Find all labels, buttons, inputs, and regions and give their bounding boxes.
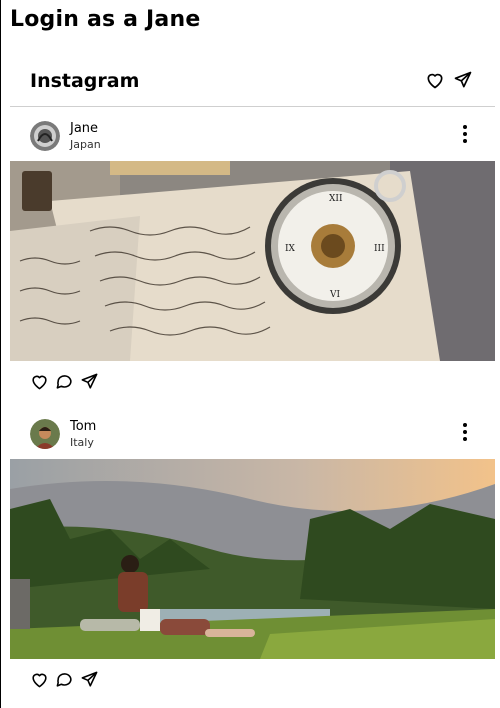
post-image[interactable]: XII III VI IX [10, 161, 495, 361]
post-location: Italy [70, 436, 94, 449]
send-icon[interactable] [453, 70, 473, 90]
comment-icon[interactable] [55, 670, 74, 689]
post-username[interactable]: Tom [70, 419, 96, 434]
heart-icon[interactable] [30, 670, 49, 689]
post-actions [10, 361, 495, 405]
comment-icon[interactable] [55, 372, 74, 391]
svg-text:III: III [374, 244, 385, 254]
post-header: Tom Italy [10, 405, 495, 459]
post-location: Japan [70, 138, 101, 151]
avatar[interactable] [30, 419, 60, 449]
page-title: Login as a Jane [10, 7, 201, 32]
svg-text:XII: XII [329, 194, 343, 204]
more-options-icon[interactable] [459, 124, 471, 144]
post: Jane Japan XII III VI IX [10, 107, 495, 405]
post-actions [10, 659, 495, 703]
svg-text:VI: VI [329, 290, 340, 300]
post-image[interactable] [10, 459, 495, 659]
app-header: Instagram [10, 58, 495, 107]
post-username[interactable]: Jane [70, 121, 98, 136]
instagram-app: Instagram Jane Japan XII III VI IX Tom I… [10, 58, 495, 703]
send-icon[interactable] [80, 372, 99, 391]
header-actions [425, 70, 473, 90]
brand-logo: Instagram [30, 70, 140, 92]
svg-text:IX: IX [285, 244, 296, 254]
avatar[interactable] [30, 121, 60, 151]
post-header: Jane Japan [10, 107, 495, 161]
heart-icon[interactable] [425, 70, 445, 90]
post: Tom Italy [10, 405, 495, 703]
heart-icon[interactable] [30, 372, 49, 391]
send-icon[interactable] [80, 670, 99, 689]
more-options-icon[interactable] [459, 422, 471, 442]
